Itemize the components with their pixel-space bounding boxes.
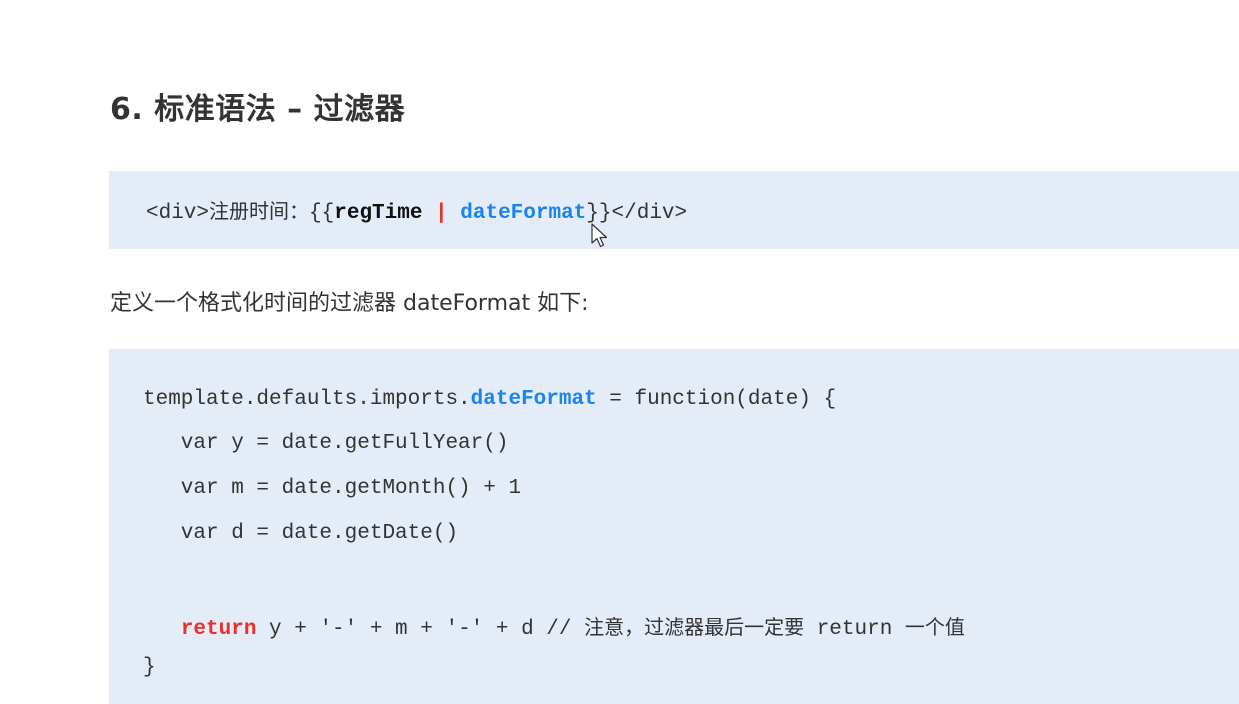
filter-function-name: dateFormat: [470, 388, 597, 411]
comment-return-word: return: [804, 618, 905, 641]
open-tag: <div>: [146, 202, 210, 225]
code-line-2: var y = date.getFullYear(): [143, 432, 509, 455]
braces-close: }}: [586, 202, 612, 225]
close-tag: </div>: [611, 202, 688, 225]
var-reg-time: regTime: [334, 202, 423, 225]
code-line-4: var d = date.getDate(): [143, 522, 459, 545]
comment-text-2: 一个值: [904, 615, 965, 639]
imports-path: template.defaults.imports.: [143, 388, 471, 411]
template-code-line: <div>注册时间：{{regTime | dateFormat}}</div>: [146, 195, 687, 225]
filter-name: dateFormat: [460, 202, 587, 225]
label-text: 注册时间：: [209, 199, 310, 223]
code-line-1: template.defaults.imports.dateFormat = f…: [143, 388, 836, 411]
return-expression: y + '-' + m + '-' + d //: [256, 618, 585, 641]
mouse-cursor-icon: [591, 223, 608, 248]
braces-open: {{: [309, 202, 335, 225]
code-line-6: }: [143, 656, 156, 679]
function-signature: = function(date) {: [596, 388, 837, 411]
comment-text-1: 注意，过滤器最后一定要: [584, 615, 805, 639]
pipe-operator: |: [422, 202, 461, 225]
code-line-3: var m = date.getMonth() + 1: [143, 477, 522, 500]
section-heading: 6. 标准语法 – 过滤器: [110, 92, 406, 127]
return-keyword: return: [180, 618, 257, 641]
code-line-5: return y + '-' + m + '-' + d // 注意，过滤器最后…: [143, 611, 965, 641]
description-paragraph: 定义一个格式化时间的过滤器 dateFormat 如下:: [110, 291, 589, 316]
